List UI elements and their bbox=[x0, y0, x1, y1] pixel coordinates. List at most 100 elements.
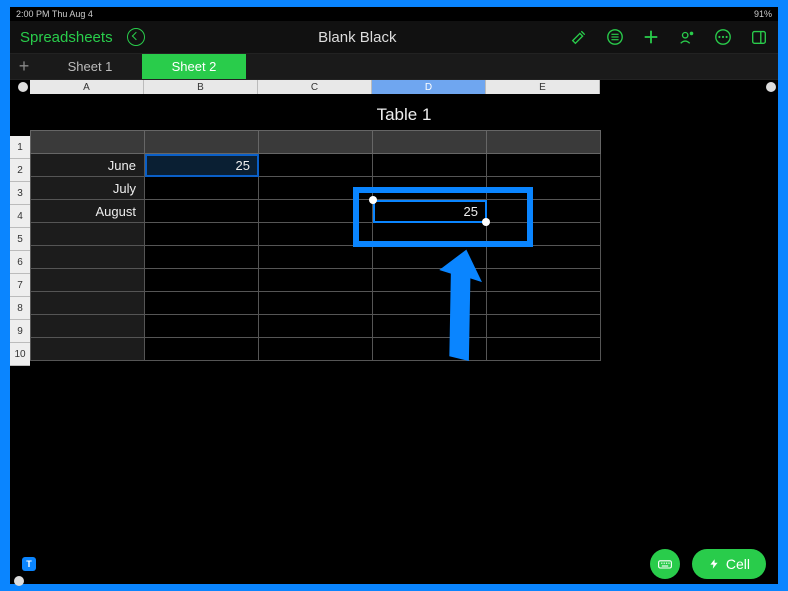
col-head-e[interactable]: E bbox=[486, 80, 600, 94]
cell-e10[interactable] bbox=[487, 338, 601, 361]
sidebar-icon[interactable] bbox=[750, 28, 768, 46]
cell-e8[interactable] bbox=[487, 292, 601, 315]
bottom-left: T bbox=[22, 557, 44, 571]
cell-d4[interactable]: 25 bbox=[373, 200, 487, 223]
cell-c3[interactable] bbox=[259, 177, 373, 200]
row-head-5[interactable]: 5 bbox=[10, 228, 30, 251]
bottom-right: Cell bbox=[650, 549, 766, 579]
col-add-handle[interactable] bbox=[764, 80, 778, 94]
cell-d4-value: 25 bbox=[464, 204, 478, 219]
row-headers: 1 2 3 4 5 6 7 8 9 10 bbox=[10, 94, 30, 584]
cell-b8[interactable] bbox=[145, 292, 259, 315]
cell-d2[interactable] bbox=[373, 154, 487, 177]
row-head-6[interactable]: 6 bbox=[10, 251, 30, 274]
cell-e6[interactable] bbox=[487, 246, 601, 269]
selection-handle-icon[interactable] bbox=[482, 218, 490, 226]
tab-sheet-2[interactable]: Sheet 2 bbox=[142, 54, 246, 79]
tab-sheet-1[interactable]: Sheet 1 bbox=[38, 54, 142, 79]
lightning-icon bbox=[708, 558, 720, 570]
row-head-2[interactable]: 2 bbox=[10, 159, 30, 182]
header-cell[interactable] bbox=[373, 131, 487, 154]
keyboard-button[interactable] bbox=[650, 549, 680, 579]
list-icon[interactable] bbox=[606, 28, 624, 46]
cell-d9[interactable] bbox=[373, 315, 487, 338]
cell-e5[interactable] bbox=[487, 223, 601, 246]
status-time: 2:00 PM Thu Aug 4 bbox=[16, 9, 93, 19]
cell-d6[interactable] bbox=[373, 246, 487, 269]
cell-a8[interactable] bbox=[31, 292, 145, 315]
cell-c10[interactable] bbox=[259, 338, 373, 361]
cell-button[interactable]: Cell bbox=[692, 549, 766, 579]
col-head-b[interactable]: B bbox=[144, 80, 258, 94]
table-container: Table 1 June 25 July bbox=[30, 94, 778, 584]
cell-a2[interactable]: June bbox=[31, 154, 145, 177]
cell-c5[interactable] bbox=[259, 223, 373, 246]
column-ruler: A B C D E bbox=[10, 80, 778, 94]
cell-e7[interactable] bbox=[487, 269, 601, 292]
cell-c2[interactable] bbox=[259, 154, 373, 177]
cell-c6[interactable] bbox=[259, 246, 373, 269]
header-cell[interactable] bbox=[31, 131, 145, 154]
row-head-4[interactable]: 4 bbox=[10, 205, 30, 228]
more-icon[interactable] bbox=[714, 28, 732, 46]
col-head-a[interactable]: A bbox=[30, 80, 144, 94]
cell-b3[interactable] bbox=[145, 177, 259, 200]
row-head-9[interactable]: 9 bbox=[10, 320, 30, 343]
cell-e9[interactable] bbox=[487, 315, 601, 338]
text-mode-badge[interactable]: T bbox=[22, 557, 36, 571]
cell-e2[interactable] bbox=[487, 154, 601, 177]
cell-b2[interactable]: 25 bbox=[145, 154, 259, 177]
header-cell[interactable] bbox=[259, 131, 373, 154]
col-head-c[interactable]: C bbox=[258, 80, 372, 94]
keyboard-icon bbox=[657, 556, 673, 572]
cell-d10[interactable] bbox=[373, 338, 487, 361]
cell-b5[interactable] bbox=[145, 223, 259, 246]
cell-c8[interactable] bbox=[259, 292, 373, 315]
cell-b7[interactable] bbox=[145, 269, 259, 292]
cell-d5[interactable] bbox=[373, 223, 487, 246]
row-head-1[interactable]: 1 bbox=[10, 136, 30, 159]
cell-b6[interactable] bbox=[145, 246, 259, 269]
column-headers: A B C D E bbox=[30, 80, 764, 94]
cell-c4[interactable] bbox=[259, 200, 373, 223]
cell-d7[interactable] bbox=[373, 269, 487, 292]
cell-a7[interactable] bbox=[31, 269, 145, 292]
collab-icon[interactable] bbox=[678, 28, 696, 46]
cell-c7[interactable] bbox=[259, 269, 373, 292]
cell-e3[interactable] bbox=[487, 177, 601, 200]
selection-handle-icon[interactable] bbox=[369, 196, 377, 204]
cell-b10[interactable] bbox=[145, 338, 259, 361]
back-button[interactable]: Spreadsheets bbox=[20, 29, 113, 46]
cell-b4[interactable] bbox=[145, 200, 259, 223]
header-cell[interactable] bbox=[145, 131, 259, 154]
cell-d3[interactable] bbox=[373, 177, 487, 200]
cell-a4[interactable]: August bbox=[31, 200, 145, 223]
row-head-7[interactable]: 7 bbox=[10, 274, 30, 297]
toolbar-right bbox=[570, 28, 768, 46]
cell-a9[interactable] bbox=[31, 315, 145, 338]
cell-a10[interactable] bbox=[31, 338, 145, 361]
row-head-10[interactable]: 10 bbox=[10, 343, 30, 366]
add-sheet-button[interactable]: + bbox=[10, 54, 38, 79]
table-title[interactable]: Table 1 bbox=[30, 94, 778, 130]
header-cell[interactable] bbox=[487, 131, 601, 154]
row-head-8[interactable]: 8 bbox=[10, 297, 30, 320]
cell-a5[interactable] bbox=[31, 223, 145, 246]
cell-button-label: Cell bbox=[726, 556, 750, 572]
col-head-d[interactable]: D bbox=[372, 80, 486, 94]
cell-a3[interactable]: July bbox=[31, 177, 145, 200]
toolbar: Spreadsheets Blank Black bbox=[10, 21, 778, 54]
undo-icon[interactable] bbox=[127, 28, 145, 46]
ruler-handle-icon[interactable] bbox=[18, 82, 28, 92]
row-head-spacer bbox=[10, 94, 30, 136]
format-brush-icon[interactable] bbox=[570, 28, 588, 46]
cell-b9[interactable] bbox=[145, 315, 259, 338]
cell-e4[interactable] bbox=[487, 200, 601, 223]
doc-title[interactable]: Blank Black bbox=[318, 29, 396, 46]
row-head-3[interactable]: 3 bbox=[10, 182, 30, 205]
cell-d8[interactable] bbox=[373, 292, 487, 315]
cell-a6[interactable] bbox=[31, 246, 145, 269]
plus-icon[interactable] bbox=[642, 28, 660, 46]
cell-c9[interactable] bbox=[259, 315, 373, 338]
app-window: 2:00 PM Thu Aug 4 91% Spreadsheets Blank… bbox=[10, 7, 778, 584]
